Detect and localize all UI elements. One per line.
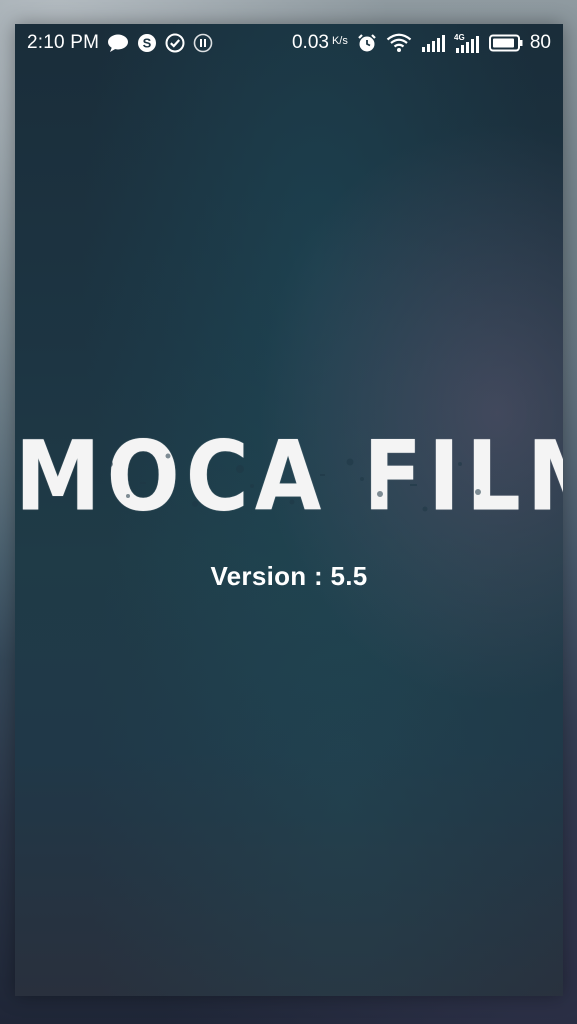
alarm-icon [357,33,377,53]
version-label: Version : 5.5 [210,561,368,591]
pause-circle-icon [193,33,213,53]
status-bar: 2:10 PM S 0.03 K/s 4G 80 [15,24,563,62]
wifi-icon [386,33,412,53]
status-time: 2:10 PM [27,32,100,53]
skype-icon: S [137,33,157,53]
status-bar-right: 0.03 K/s 4G 80 [292,32,551,54]
signal-icon [421,33,445,53]
chat-bubble-icon [107,33,129,53]
svg-text:S: S [143,36,152,51]
battery-level: 80 [529,32,551,53]
signal-4g-icon: 4G [454,32,480,54]
check-circle-icon [165,33,185,53]
splash-screen: 2:10 PM S 0.03 K/s 4G 80 MOCA FILM Versi… [15,24,563,996]
network-speed: 0.03 K/s [292,32,348,54]
app-logo: MOCA FILM [15,421,563,533]
network-speed-unit: K/s [331,35,348,47]
network-type-label: 4G [454,33,465,42]
battery-icon [488,34,523,52]
network-speed-value: 0.03 [291,32,329,53]
status-bar-left: 2:10 PM S [27,32,213,54]
